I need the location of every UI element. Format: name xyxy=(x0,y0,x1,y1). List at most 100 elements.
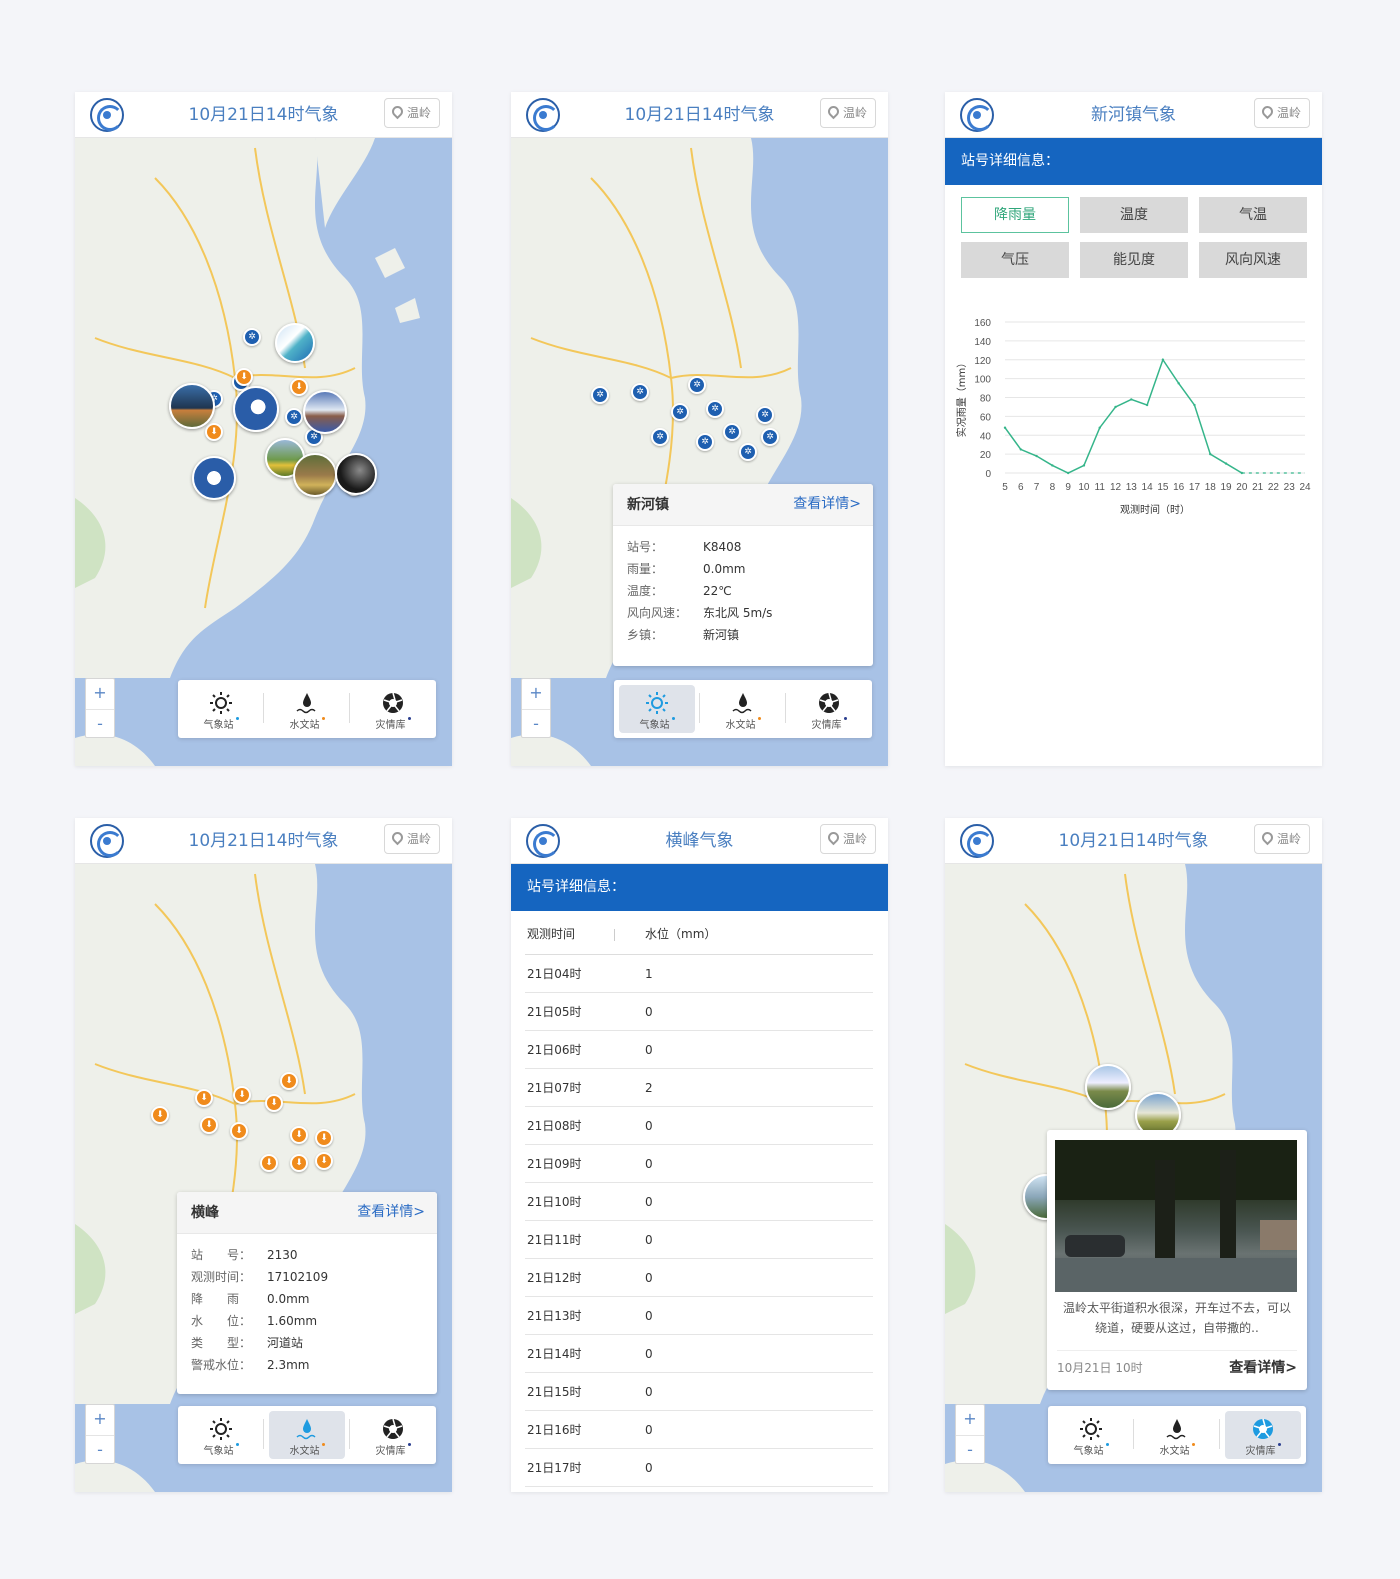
location-button[interactable]: 温岭 xyxy=(820,98,876,128)
tab-temperature[interactable]: 温度 xyxy=(1080,197,1188,233)
weather-station-marker[interactable]: ✲ xyxy=(756,406,774,424)
tab-label: 气象站 xyxy=(203,720,234,731)
map[interactable]: ⬇ ⬇ ⬇ ⬇ ⬇ ⬇ ⬇ ⬇ ⬇ ⬇ ⬇ ⬇ 横峰 查看详情> 站 号： 213… xyxy=(75,864,452,1492)
view-details-link[interactable]: 查看详情> xyxy=(793,484,861,524)
map[interactable]: ✲ ✲ ✲ ✲ ✲ ⬇ ⬇ ⬇ ⬇ + - 气象站 水文站 xyxy=(75,138,452,766)
hydro-station-marker[interactable]: ⬇ xyxy=(230,1122,248,1140)
table-row: 21日12时 0 xyxy=(525,1259,873,1297)
weather-icon-bubble[interactable] xyxy=(233,386,279,432)
data-point xyxy=(1035,454,1038,458)
header: 10月21日14时气象 温岭 xyxy=(511,92,888,138)
photo-bubble[interactable] xyxy=(293,453,337,497)
location-button[interactable]: 温岭 xyxy=(384,824,440,854)
photo-bubble[interactable] xyxy=(1085,1064,1131,1110)
photo-bubble[interactable] xyxy=(169,383,215,429)
zoom-in-button[interactable]: + xyxy=(522,679,550,709)
table-row: 21日13时 0 xyxy=(525,1297,873,1335)
zoom-out-button[interactable]: - xyxy=(522,709,550,739)
tab-weather-station[interactable]: 气象站 xyxy=(183,1411,259,1459)
page-title: 10月21日14时气象 xyxy=(624,105,775,125)
tab-pressure[interactable]: 气压 xyxy=(961,242,1069,278)
location-button[interactable]: 温岭 xyxy=(1254,824,1310,854)
weather-station-marker[interactable]: ✲ xyxy=(651,428,669,446)
cell-time: 21日07时 xyxy=(527,1081,582,1095)
weather-station-marker[interactable]: ✲ xyxy=(723,423,741,441)
data-point xyxy=(1051,464,1054,467)
tab-disaster-library[interactable]: 灾情库 xyxy=(349,685,431,733)
weather-station-marker[interactable]: ✲ xyxy=(591,386,609,404)
weather-station-marker[interactable]: ✲ xyxy=(243,328,261,346)
tab-visibility[interactable]: 能见度 xyxy=(1080,242,1188,278)
tab-disaster-library[interactable]: 灾情库 xyxy=(785,685,867,733)
location-button[interactable]: 温岭 xyxy=(820,824,876,854)
photo-bubble[interactable] xyxy=(335,453,377,495)
table-row: 21日11时 0 xyxy=(525,1221,873,1259)
zoom-in-button[interactable]: + xyxy=(86,1405,114,1435)
hydro-station-marker[interactable]: ⬇ xyxy=(233,1086,251,1104)
map[interactable]: 温岭太平街道积水很深，开车过不去，可以绕道，硬要从这过，自带撒的.. 10月21… xyxy=(945,864,1322,1492)
location-label: 温岭 xyxy=(1277,106,1302,120)
hydro-station-marker[interactable]: ⬇ xyxy=(290,378,308,396)
tab-hydro-station[interactable]: 水文站 xyxy=(263,685,345,733)
data-point xyxy=(1130,398,1133,401)
detail-key: 降 雨 xyxy=(191,1292,240,1306)
page-title: 10月21日14时气象 xyxy=(1058,831,1209,851)
x-tick-label: 17 xyxy=(1189,482,1201,493)
weather-station-marker[interactable]: ✲ xyxy=(696,433,714,451)
y-tick-label: 120 xyxy=(974,356,991,367)
rainfall-chart: 0 20 40 60 80 100 120 140 160 5 6 7 8 9 10 11 12 13 14 15 16… xyxy=(955,318,1311,516)
hydro-station-marker[interactable]: ⬇ xyxy=(235,368,253,386)
tab-disaster-library[interactable]: 灾情库 xyxy=(349,1411,431,1459)
zoom-in-button[interactable]: + xyxy=(86,679,114,709)
hydro-station-marker[interactable]: ⬇ xyxy=(280,1072,298,1090)
tab-air-temp[interactable]: 气温 xyxy=(1199,197,1307,233)
tab-label: 灾情库 xyxy=(375,1446,406,1457)
tab-hydro-station[interactable]: 水文站 xyxy=(263,1411,345,1459)
location-button[interactable]: 温岭 xyxy=(384,98,440,128)
hydro-station-marker[interactable]: ⬇ xyxy=(205,423,223,441)
hydro-station-marker[interactable]: ⬇ xyxy=(195,1089,213,1107)
zoom-out-button[interactable]: - xyxy=(86,1435,114,1465)
weather-station-marker[interactable]: ✲ xyxy=(706,400,724,418)
weather-station-marker[interactable]: ✲ xyxy=(671,403,689,421)
location-button[interactable]: 温岭 xyxy=(1254,98,1310,128)
view-details-link[interactable]: 查看详情> xyxy=(1229,1357,1297,1377)
hydro-station-marker[interactable]: ⬇ xyxy=(151,1106,169,1124)
x-tick-label: 15 xyxy=(1157,482,1169,493)
tab-hydro-station[interactable]: 水文站 xyxy=(1133,1411,1215,1459)
disaster-photo[interactable] xyxy=(1055,1140,1297,1292)
tab-disaster-library[interactable]: 灾情库 xyxy=(1219,1411,1301,1459)
zoom-out-button[interactable]: - xyxy=(956,1435,984,1465)
map-base xyxy=(75,138,420,766)
hydro-station-marker[interactable]: ⬇ xyxy=(260,1154,278,1172)
page-title: 新河镇气象 xyxy=(1091,105,1176,125)
hydro-station-marker[interactable]: ⬇ xyxy=(315,1129,333,1147)
map[interactable]: ✲ ✲ ✲ ✲ ✲ ✲ ✲ ✲ ✲ ✲ ✲ 新河镇 查看详情> 站号： K8408… xyxy=(511,138,888,766)
x-tick-label: 8 xyxy=(1050,482,1056,493)
view-details-link[interactable]: 查看详情> xyxy=(357,1192,425,1232)
zoom-out-button[interactable]: - xyxy=(86,709,114,739)
tab-hydro-station[interactable]: 水文站 xyxy=(699,685,781,733)
hydro-station-marker[interactable]: ⬇ xyxy=(265,1094,283,1112)
table-body: 21日04时 1 21日05时 0 21日06时 0 21日07时 2 21日08时 0 21日09… xyxy=(525,955,873,1487)
tab-weather-station[interactable]: 气象站 xyxy=(1053,1411,1129,1459)
tab-weather-station[interactable]: 气象站 xyxy=(183,685,259,733)
hydro-station-marker[interactable]: ⬇ xyxy=(315,1152,333,1170)
weather-station-marker[interactable]: ✲ xyxy=(285,408,303,426)
weather-station-marker[interactable]: ✲ xyxy=(739,443,757,461)
tab-wind[interactable]: 风向风速 xyxy=(1199,242,1307,278)
tab-weather-station[interactable]: 气象站 xyxy=(619,685,695,733)
photo-bubble[interactable] xyxy=(275,323,315,363)
weather-icon-bubble[interactable] xyxy=(192,456,236,500)
tab-rainfall[interactable]: 降雨量 xyxy=(961,197,1069,233)
photo-bubble[interactable] xyxy=(303,390,347,434)
hydro-station-marker[interactable]: ⬇ xyxy=(290,1126,308,1144)
detail-value: 0.0mm xyxy=(267,1292,310,1306)
card-header: 横峰 查看详情> xyxy=(177,1192,437,1234)
hydro-station-marker[interactable]: ⬇ xyxy=(200,1116,218,1134)
weather-station-marker[interactable]: ✲ xyxy=(631,383,649,401)
zoom-in-button[interactable]: + xyxy=(956,1405,984,1435)
hydro-station-marker[interactable]: ⬇ xyxy=(290,1154,308,1172)
weather-station-marker[interactable]: ✲ xyxy=(688,376,706,394)
weather-station-marker[interactable]: ✲ xyxy=(761,428,779,446)
